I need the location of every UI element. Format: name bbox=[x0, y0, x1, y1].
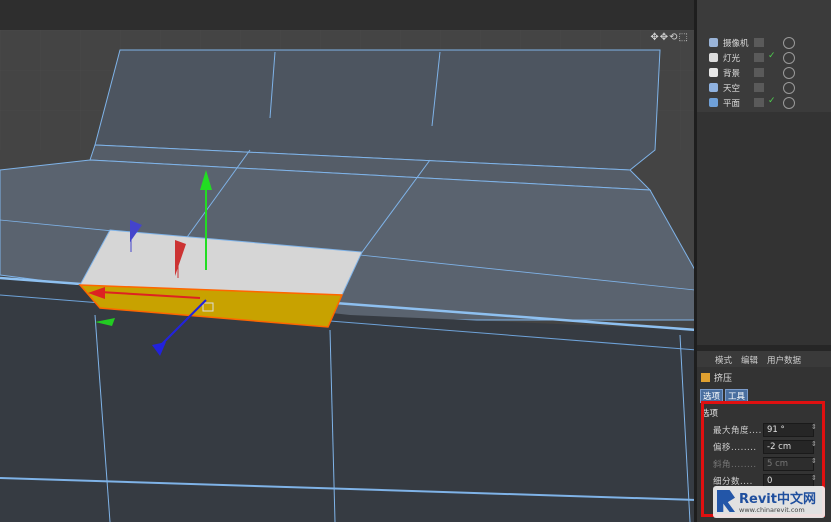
camera-icon bbox=[709, 38, 718, 47]
material-tag-icon[interactable] bbox=[783, 82, 795, 94]
visibility-flags[interactable] bbox=[754, 98, 764, 107]
background-icon bbox=[709, 68, 718, 77]
plane-icon bbox=[709, 98, 718, 107]
object-label: 摄像机 bbox=[723, 39, 749, 49]
menu-mode[interactable]: 模式 bbox=[715, 354, 732, 366]
object-label: 灯光 bbox=[723, 54, 741, 64]
object-row-plane[interactable]: 平面 ✓ bbox=[697, 96, 831, 110]
object-row-camera[interactable]: 摄像机 bbox=[697, 36, 831, 50]
object-row-background[interactable]: 背景 bbox=[697, 66, 831, 80]
3d-viewport[interactable]: ✥✥⟲⬚ bbox=[0, 30, 697, 522]
viewport-nav-icons[interactable]: ✥✥⟲⬚ bbox=[650, 32, 689, 43]
attribute-menu: 模式 编辑 用户数据 bbox=[697, 351, 831, 367]
tool-title: 挤压 bbox=[701, 371, 732, 384]
check-icon[interactable]: ✓ bbox=[768, 51, 776, 61]
top-strip bbox=[0, 0, 697, 30]
watermark-url: www.chinarevit.com bbox=[739, 506, 805, 514]
visibility-flags[interactable] bbox=[754, 68, 764, 77]
menu-user-data[interactable]: 用户数据 bbox=[767, 354, 801, 366]
sky-icon bbox=[709, 83, 718, 92]
material-tag-icon[interactable] bbox=[783, 67, 795, 79]
visibility-flags[interactable] bbox=[754, 83, 764, 92]
extrude-icon bbox=[701, 373, 710, 382]
object-label: 平面 bbox=[723, 99, 741, 109]
light-icon bbox=[709, 53, 718, 62]
menu-edit[interactable]: 编辑 bbox=[741, 354, 758, 366]
watermark: Revit中文网 www.chinarevit.com bbox=[713, 486, 825, 518]
tag-icon[interactable] bbox=[783, 52, 795, 64]
revit-logo-icon bbox=[717, 490, 735, 512]
watermark-brand: Revit中文网 bbox=[739, 492, 816, 507]
visibility-flags[interactable] bbox=[754, 53, 764, 62]
object-row-light[interactable]: 灯光 ✓ bbox=[697, 51, 831, 65]
object-label: 背景 bbox=[723, 69, 741, 79]
scene bbox=[0, 30, 697, 522]
tag-icon[interactable] bbox=[783, 37, 795, 49]
object-label: 天空 bbox=[723, 84, 741, 94]
object-manager: 摄像机 灯光 ✓ 背景 天空 平面 ✓ bbox=[697, 0, 831, 112]
material-tag-icon[interactable] bbox=[783, 97, 795, 109]
object-row-sky[interactable]: 天空 bbox=[697, 81, 831, 95]
check-icon[interactable]: ✓ bbox=[768, 96, 776, 106]
tool-name: 挤压 bbox=[714, 374, 733, 384]
visibility-flags[interactable] bbox=[754, 38, 764, 47]
